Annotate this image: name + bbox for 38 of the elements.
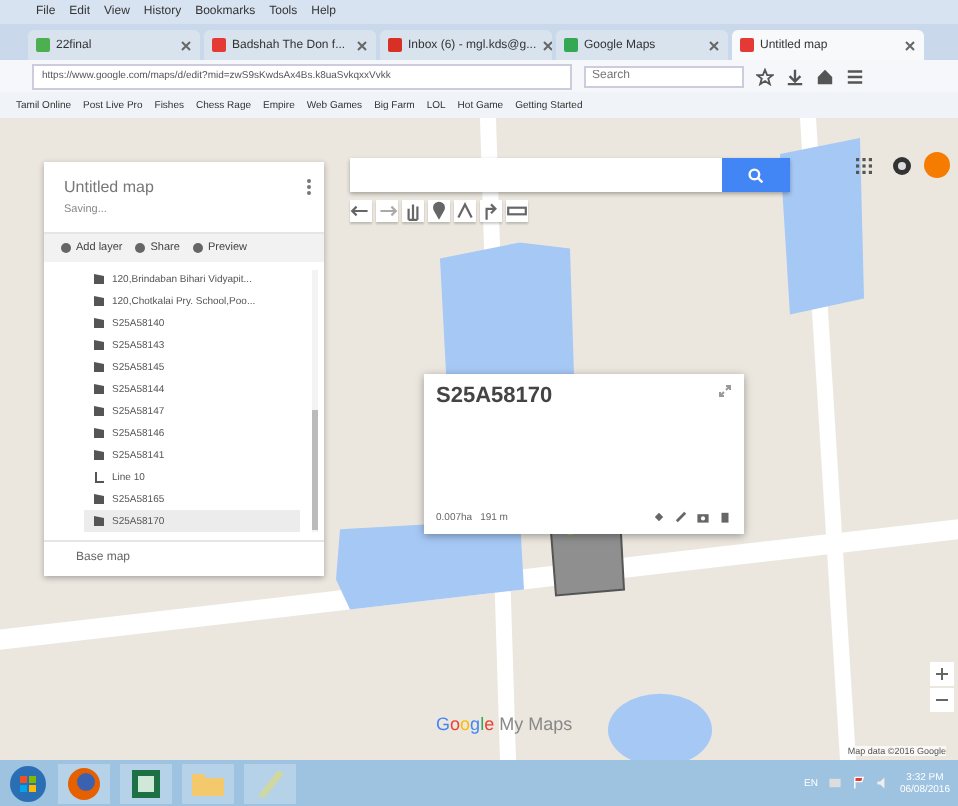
- star-icon[interactable]: [756, 67, 774, 85]
- close-icon[interactable]: [708, 39, 720, 51]
- dot-icon: [191, 242, 204, 254]
- close-icon[interactable]: [356, 39, 368, 51]
- search-icon: [748, 167, 764, 183]
- apps-icon[interactable]: [856, 158, 872, 174]
- close-icon[interactable]: [542, 39, 552, 51]
- zoom-in-button[interactable]: [930, 662, 954, 686]
- spreadsheet-icon[interactable]: [120, 763, 172, 803]
- zoom-out-button[interactable]: [930, 688, 954, 712]
- ruler-icon[interactable]: [506, 200, 528, 222]
- expand-icon[interactable]: [718, 384, 732, 398]
- line-icon[interactable]: [454, 200, 476, 222]
- feature-title: S25A58170: [436, 384, 553, 408]
- dot-icon: [60, 242, 72, 254]
- hand-icon[interactable]: [402, 200, 424, 222]
- map-search-field[interactable]: [350, 158, 722, 192]
- google-my-maps-logo: Google My Maps: [436, 714, 573, 734]
- map-title[interactable]: Untitled map: [64, 178, 154, 196]
- plus-icon: [936, 668, 948, 680]
- minus-icon: [936, 694, 948, 706]
- more-icon[interactable]: [306, 178, 312, 196]
- close-icon[interactable]: [180, 39, 192, 51]
- download-icon[interactable]: [786, 67, 804, 85]
- pencil-icon[interactable]: [674, 510, 688, 524]
- close-icon[interactable]: [904, 39, 916, 51]
- start-button[interactable]: [8, 763, 48, 803]
- menu-icon[interactable]: [846, 67, 864, 85]
- home-icon[interactable]: [816, 67, 834, 85]
- undo-icon[interactable]: [350, 200, 372, 222]
- marker-icon[interactable]: [428, 200, 450, 222]
- flag-icon[interactable]: [851, 776, 866, 790]
- line-icon: [92, 470, 106, 484]
- dot-icon: [134, 242, 147, 254]
- directions-icon[interactable]: [480, 200, 502, 222]
- browser-icon[interactable]: [58, 763, 110, 803]
- camera-icon[interactable]: [696, 510, 710, 524]
- search-button[interactable]: [722, 158, 790, 192]
